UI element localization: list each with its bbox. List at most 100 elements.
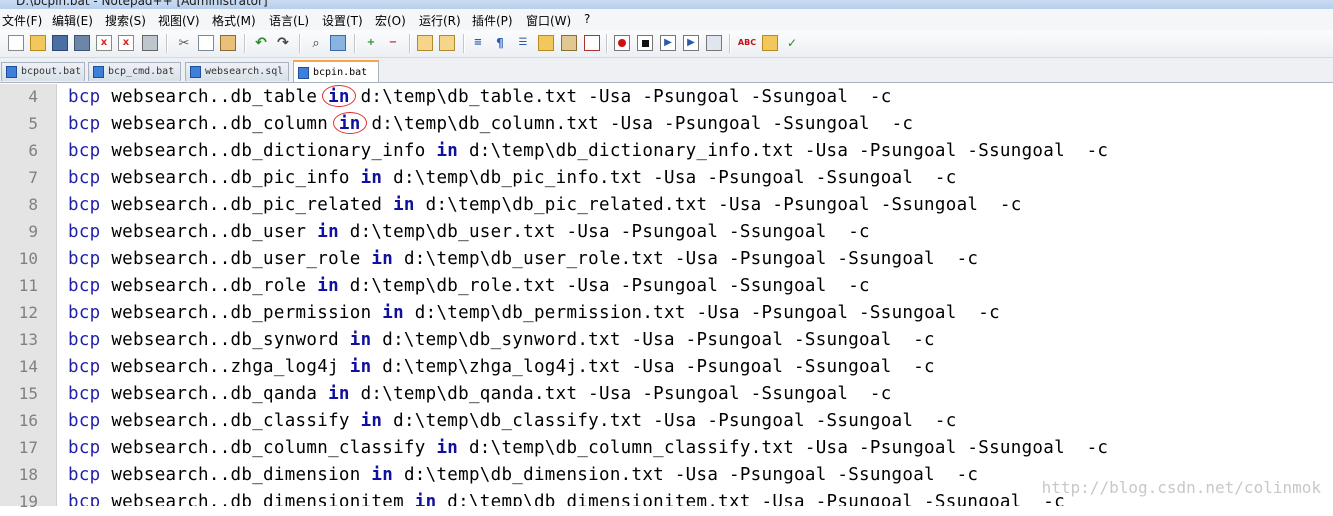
menu-bar: 文件(F) 编辑(E) 搜索(S) 视图(V) 格式(M) 语言(L) 设置(T… — [0, 9, 1333, 31]
code-line[interactable]: bcp websearch..db_column in d:\temp\db_c… — [57, 111, 1333, 138]
folder-icon[interactable] — [538, 35, 554, 51]
file-name: db_column_classify — [555, 438, 751, 458]
keyword-bcp: bcp — [68, 465, 101, 485]
path-prefix: d:\temp\ — [414, 303, 502, 323]
table-name: db_dimensionitem — [230, 492, 404, 506]
spell-check-icon[interactable]: ABC — [738, 35, 756, 51]
code-line[interactable]: bcp websearch..zhga_log4j in d:\temp\zhg… — [57, 354, 1333, 381]
text-editor[interactable]: bcp websearch..db_table in d:\temp\db_ta… — [57, 84, 1333, 506]
line-number: 18 — [0, 462, 56, 489]
code-line[interactable]: bcp websearch..db_pic_info in d:\temp\db… — [57, 165, 1333, 192]
db-prefix: websearch.. — [100, 384, 231, 404]
menu-view[interactable]: 视图(V) — [158, 12, 200, 29]
menu-help[interactable]: ? — [584, 12, 590, 26]
replace-icon[interactable] — [330, 35, 346, 51]
open-file-icon[interactable] — [30, 35, 46, 51]
print-icon[interactable] — [142, 35, 158, 51]
zoom-out-icon[interactable]: − — [385, 35, 401, 51]
sync-horizontal-icon[interactable] — [439, 35, 455, 51]
save-all-icon[interactable] — [74, 35, 90, 51]
code-text: bcp websearch..db_user_role in d:\temp\d… — [68, 249, 978, 269]
file-name: zhga_log4j — [468, 357, 578, 377]
code-line[interactable]: bcp websearch..db_dictionary_info in d:\… — [57, 138, 1333, 165]
new-file-icon[interactable] — [8, 35, 24, 51]
menu-language[interactable]: 语言(L) — [269, 12, 309, 29]
keyword-in: in — [371, 465, 394, 485]
code-text: bcp websearch..db_synword in d:\temp\db_… — [68, 330, 935, 350]
spell-check-doc-icon[interactable] — [762, 35, 778, 51]
command-args: .txt -Usa -Psungoal -Ssungoal -c — [512, 276, 870, 296]
tab-bcp-cmd[interactable]: bcp_cmd.bat — [88, 62, 181, 81]
zoom-in-icon[interactable]: + — [363, 35, 379, 51]
redo-icon[interactable]: ↷ — [275, 35, 291, 51]
file-name: db_pic_info — [479, 168, 599, 188]
save-icon[interactable] — [52, 35, 68, 51]
menu-file[interactable]: 文件(F) — [2, 12, 42, 29]
keyword-bcp: bcp — [68, 303, 101, 323]
keyword-bcp: bcp — [68, 438, 101, 458]
code-line[interactable]: bcp websearch..db_user_role in d:\temp\d… — [57, 246, 1333, 273]
close-all-icon[interactable]: x — [118, 35, 134, 51]
find-icon[interactable]: ⌕ — [308, 35, 324, 51]
menu-plugins[interactable]: 插件(P) — [472, 12, 513, 29]
cut-icon[interactable]: ✂ — [176, 35, 192, 51]
code-line[interactable]: bcp websearch..db_user in d:\temp\db_use… — [57, 219, 1333, 246]
indent-guide-icon[interactable]: ☰ — [515, 35, 531, 51]
function-list-icon[interactable] — [584, 35, 600, 51]
code-line[interactable]: bcp websearch..db_column_classify in d:\… — [57, 435, 1333, 462]
line-number-text: 11 — [18, 276, 38, 295]
code-line[interactable]: bcp websearch..db_pic_related in d:\temp… — [57, 192, 1333, 219]
line-number: 16 — [0, 408, 56, 435]
watermark: http://blog.csdn.net/colinmok — [1041, 478, 1321, 497]
menu-window[interactable]: 窗口(W) — [526, 12, 571, 29]
db-prefix: websearch.. — [100, 276, 231, 296]
file-name: db_dimension — [490, 465, 621, 485]
code-line[interactable]: bcp websearch..db_role in d:\temp\db_rol… — [57, 273, 1333, 300]
file-icon — [298, 67, 309, 79]
path-prefix: d:\temp\ — [468, 141, 556, 161]
menu-edit[interactable]: 编辑(E) — [52, 12, 93, 29]
close-icon[interactable]: x — [96, 35, 112, 51]
keyword-bcp: bcp — [68, 492, 101, 506]
code-line[interactable]: bcp websearch..db_table in d:\temp\db_ta… — [57, 84, 1333, 111]
code-text: bcp websearch..zhga_log4j in d:\temp\zhg… — [68, 357, 935, 377]
tab-websearch[interactable]: websearch.sql — [185, 62, 289, 81]
line-number: 13 — [0, 327, 56, 354]
keyword-in: in — [436, 141, 459, 161]
play-macro-icon[interactable]: ▶ — [660, 35, 676, 51]
save-macro-icon[interactable] — [706, 35, 722, 51]
menu-settings[interactable]: 设置(T) — [322, 12, 363, 29]
undo-icon[interactable]: ↶ — [253, 35, 269, 51]
record-macro-icon[interactable] — [614, 35, 630, 51]
show-all-chars-icon[interactable]: ¶ — [492, 35, 508, 51]
command-args: .txt -Usa -Psungoal -Ssungoal -c — [577, 330, 935, 350]
stop-macro-icon[interactable] — [637, 35, 653, 51]
menu-run[interactable]: 运行(R) — [419, 12, 461, 29]
doc-map-icon[interactable] — [561, 35, 577, 51]
paste-icon[interactable] — [220, 35, 236, 51]
path-prefix: d:\temp\ — [393, 411, 480, 431]
code-line[interactable]: bcp websearch..db_synword in d:\temp\db_… — [57, 327, 1333, 354]
spell-check-options-icon[interactable]: ✓ — [784, 35, 800, 51]
keyword-in: in — [436, 438, 459, 458]
code-line[interactable]: bcp websearch..db_qanda in d:\temp\db_qa… — [57, 381, 1333, 408]
copy-icon[interactable] — [198, 35, 214, 51]
code-line[interactable]: bcp websearch..db_permission in d:\temp\… — [57, 300, 1333, 327]
menu-search[interactable]: 搜索(S) — [105, 12, 146, 29]
tab-bcpin[interactable]: bcpin.bat — [293, 60, 379, 82]
menu-format[interactable]: 格式(M) — [212, 12, 256, 29]
sync-vertical-icon[interactable] — [417, 35, 433, 51]
file-name: db_dictionary_info — [555, 141, 751, 161]
tab-bcpout[interactable]: bcpout.bat — [1, 62, 85, 81]
path-prefix: d:\temp\ — [382, 357, 469, 377]
line-number: 9 — [0, 219, 56, 246]
keyword-in: in — [317, 276, 339, 296]
run-macro-multiple-icon[interactable]: ▶ — [683, 35, 699, 51]
code-line[interactable]: bcp websearch..db_classify in d:\temp\db… — [57, 408, 1333, 435]
menu-macro[interactable]: 宏(O) — [375, 12, 406, 29]
word-wrap-icon[interactable]: ≡ — [470, 35, 486, 51]
